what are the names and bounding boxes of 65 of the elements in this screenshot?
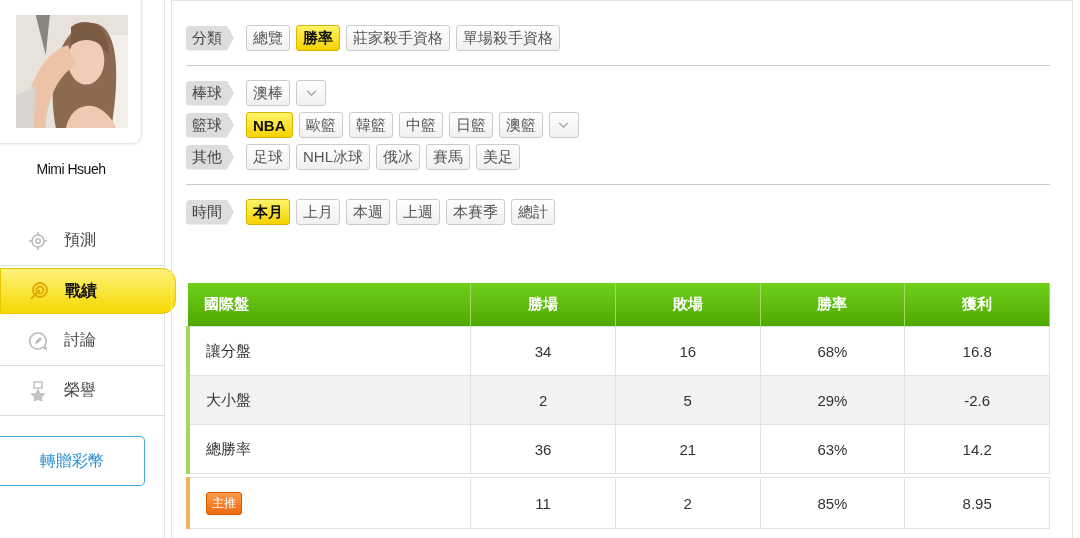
filter-chip[interactable]: 俄冰	[376, 144, 420, 170]
filter-chip[interactable]: NHL冰球	[296, 144, 370, 170]
nav-item[interactable]: 榮譽	[0, 366, 164, 416]
chat-bubble-icon	[28, 330, 48, 351]
table-cell: 36	[470, 424, 616, 474]
table-cell: 2	[470, 375, 616, 425]
filter-label: 其他	[186, 144, 234, 170]
filter-chip[interactable]: 總覽	[246, 25, 290, 51]
filter-chip[interactable]: 上週	[396, 199, 440, 225]
table-cell: 14.2	[904, 424, 1050, 474]
column-header: 勝率	[760, 283, 905, 327]
more-dropdown-button[interactable]	[296, 80, 326, 106]
filter-label: 棒球	[186, 80, 234, 106]
chevron-down-icon	[558, 121, 569, 129]
filter-chip[interactable]: 本週	[346, 199, 390, 225]
column-header: 國際盤	[188, 283, 471, 327]
table-cell: 85%	[760, 477, 905, 529]
filter-chip[interactable]: 莊家殺手資格	[346, 25, 450, 51]
filter-chip[interactable]: 歐籃	[298, 112, 343, 138]
filter-chip[interactable]: 足球	[246, 144, 290, 170]
filter-label: 時間	[186, 199, 234, 225]
table-cell: 16	[615, 326, 761, 376]
medal-star-icon	[28, 380, 48, 401]
table-cell: 8.95	[904, 477, 1050, 529]
chevron-down-icon	[305, 89, 317, 97]
filter-chip[interactable]: 總計	[511, 199, 555, 225]
gift-coins-button[interactable]: 轉贈彩幣	[0, 436, 145, 486]
nav-item[interactable]: 預測	[0, 216, 164, 266]
table-cell: 總勝率	[188, 424, 471, 474]
filter-chip[interactable]: 中籃	[398, 112, 443, 138]
filter-label: 分類	[186, 25, 234, 51]
table-cell: 68%	[760, 326, 905, 376]
more-dropdown-button[interactable]	[548, 112, 579, 138]
column-header: 獲利	[904, 283, 1050, 327]
table-cell: 63%	[760, 424, 905, 474]
filter-chip[interactable]: 單場殺手資格	[456, 25, 560, 51]
filter-chip[interactable]: 韓籃	[348, 112, 393, 138]
filter-chip[interactable]: 美足	[476, 144, 520, 170]
nav-item[interactable]: 討論	[0, 316, 164, 366]
table-cell: 2	[615, 477, 761, 529]
column-header: 敗場	[615, 283, 761, 327]
table-cell: 34	[470, 326, 616, 376]
table-cell: 大小盤	[188, 375, 471, 425]
filter-chip[interactable]: 本賽季	[446, 199, 505, 225]
filter-chip[interactable]: NBA	[246, 112, 293, 138]
table-cell: 21	[615, 424, 761, 474]
filter-chip[interactable]: 賽馬	[426, 144, 470, 170]
target-icon	[29, 281, 49, 301]
table-cell: 11	[470, 477, 616, 529]
filter-chip[interactable]: 日籃	[448, 112, 493, 138]
filter-chip[interactable]: 澳籃	[498, 112, 543, 138]
filter-chip[interactable]: 澳棒	[246, 80, 290, 106]
featured-badge: 主推	[206, 491, 242, 515]
filter-chip[interactable]: 本月	[246, 199, 290, 225]
filter-chip[interactable]: 上月	[296, 199, 340, 225]
crosshair-icon	[28, 230, 48, 251]
filter-label: 籃球	[186, 112, 234, 138]
user-name: Mimi Hsueh	[35, 161, 107, 177]
filter-chip[interactable]: 勝率	[296, 25, 340, 51]
table-cell: 29%	[760, 375, 905, 425]
table-cell: -2.6	[904, 375, 1050, 425]
table-cell: 5	[615, 375, 761, 425]
column-header: 勝場	[470, 283, 616, 327]
table-cell: 16.8	[904, 326, 1050, 376]
nav-item[interactable]: 戰績	[0, 268, 176, 314]
